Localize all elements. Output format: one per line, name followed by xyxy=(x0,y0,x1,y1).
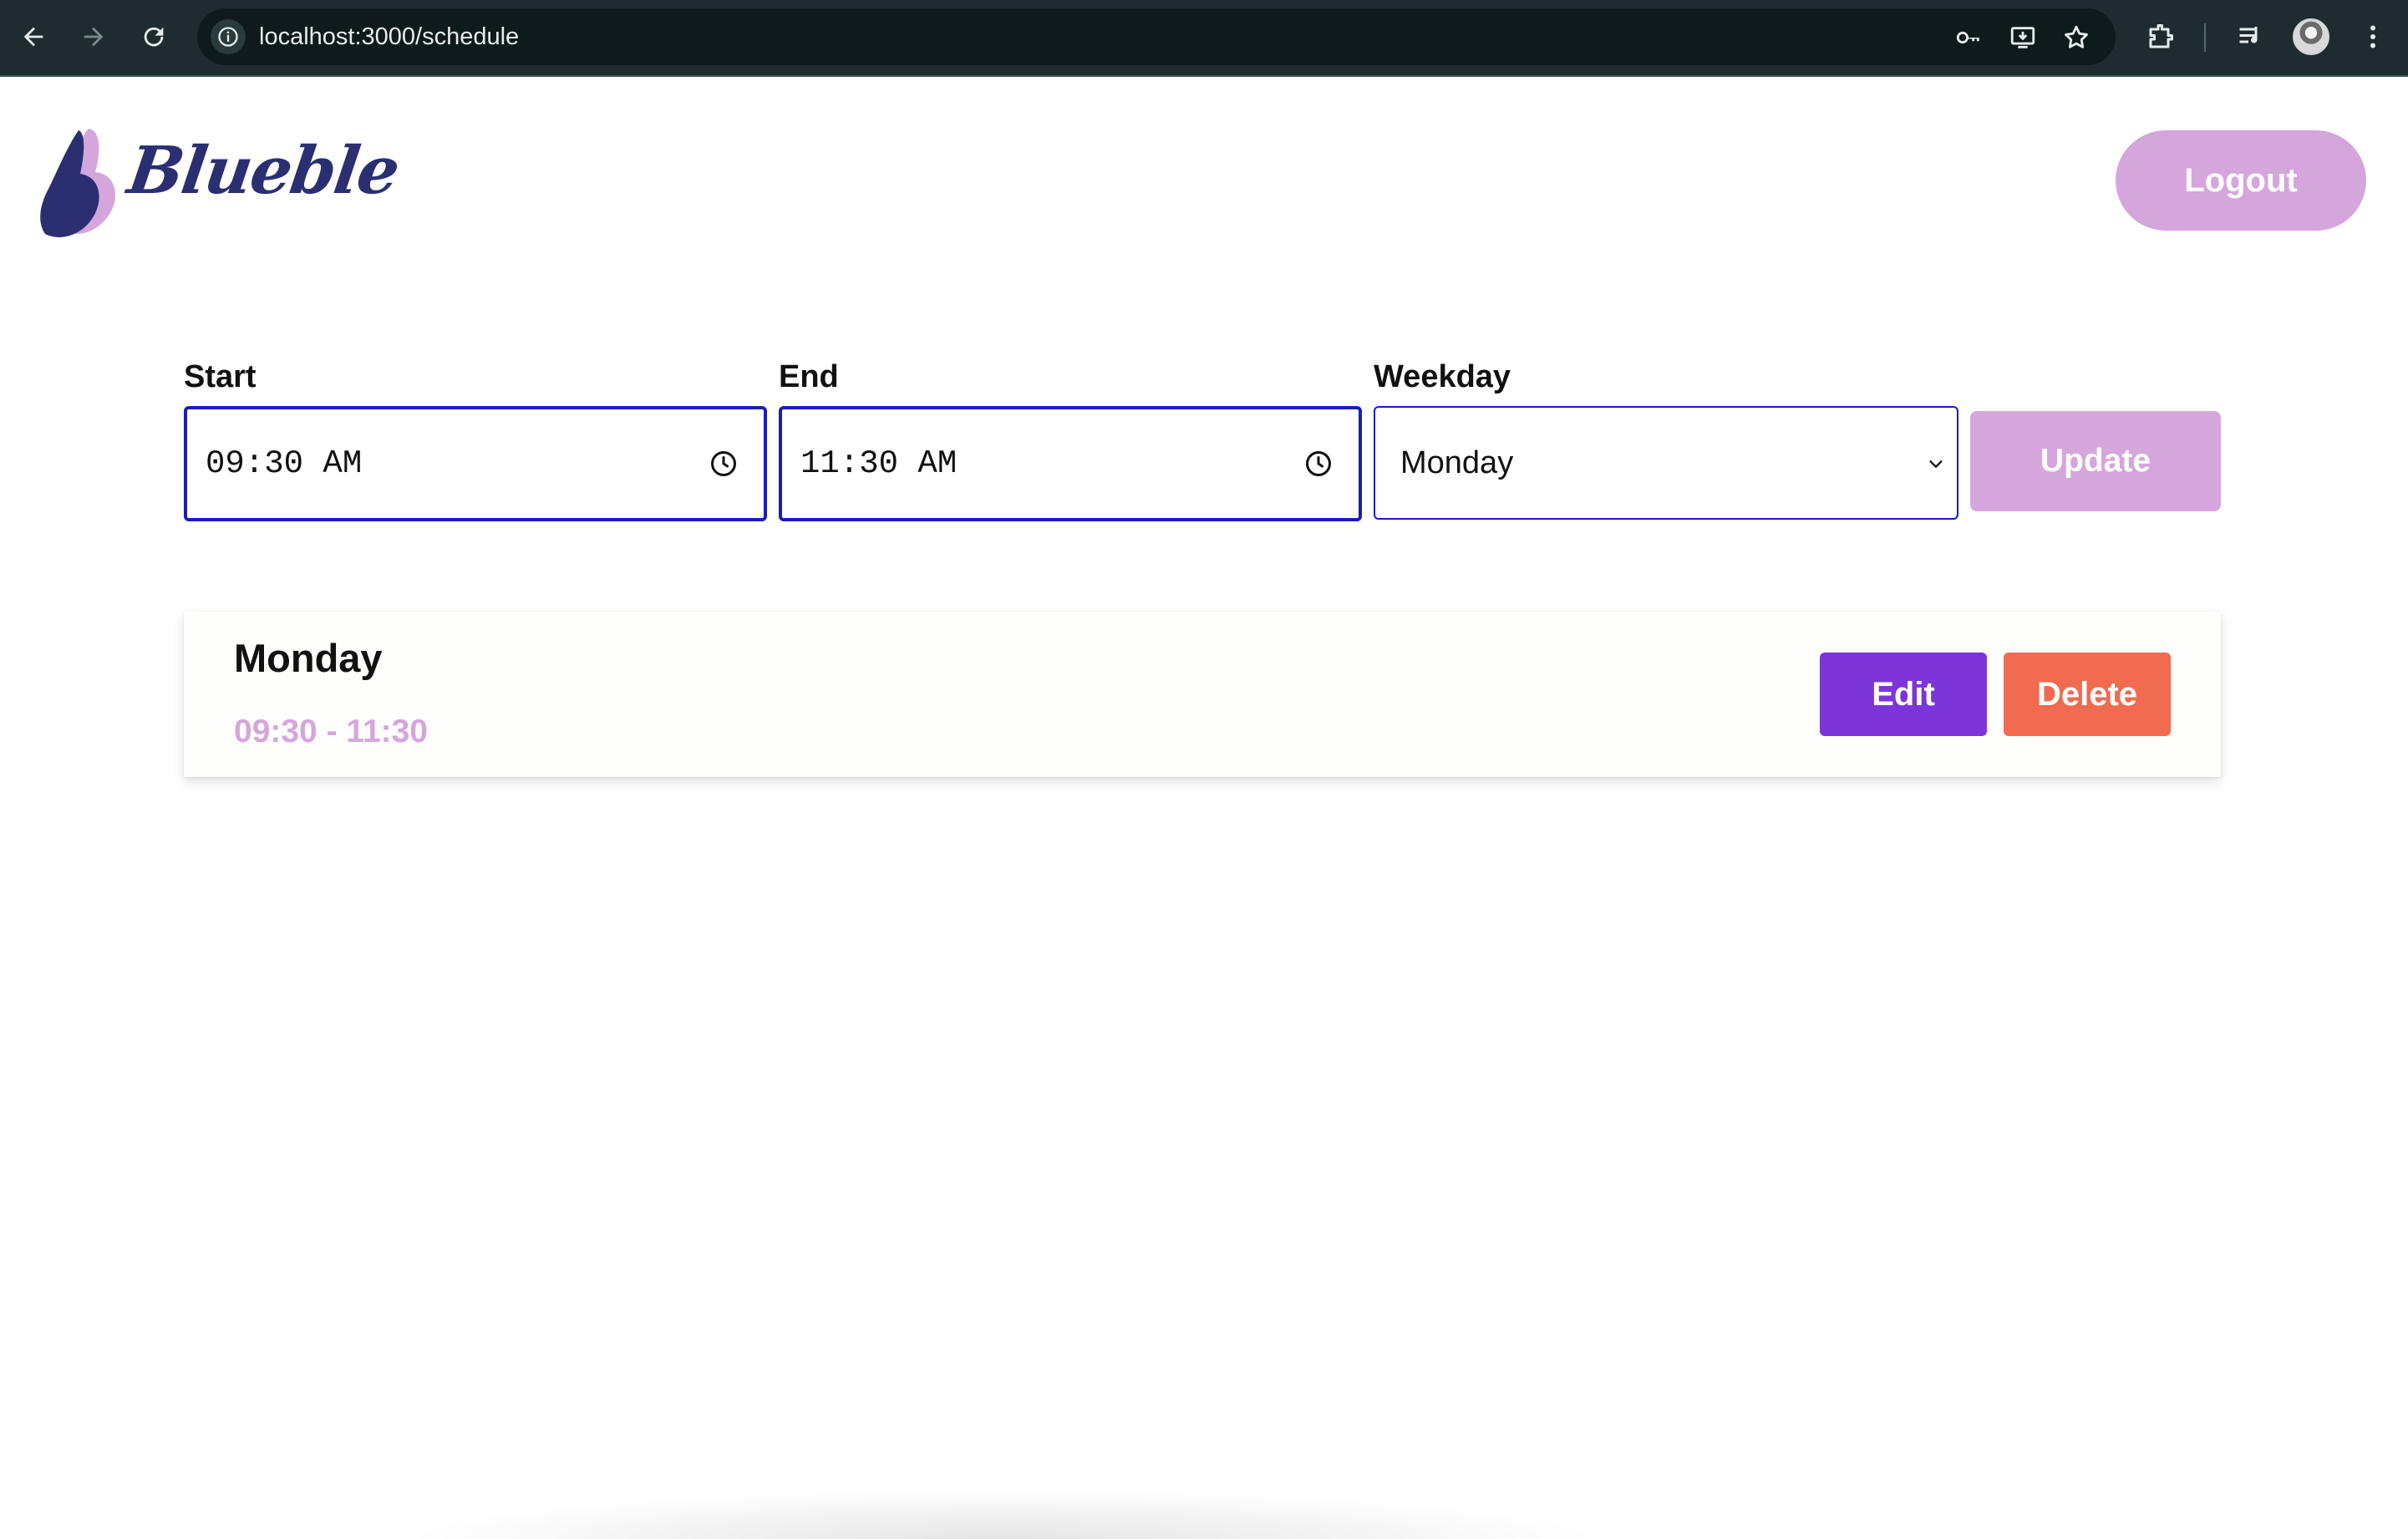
forward-button[interactable] xyxy=(72,15,115,58)
bookmark-button[interactable] xyxy=(2059,20,2094,55)
clock-icon[interactable] xyxy=(709,449,739,479)
arrow-left-icon xyxy=(23,27,43,47)
bottom-shadow xyxy=(401,1489,1604,1539)
more-menu-icon xyxy=(2370,25,2375,48)
bookmark-star-icon xyxy=(2065,25,2088,48)
end-time-value[interactable]: 11:30 AM xyxy=(800,409,957,518)
reading-list-icon xyxy=(2239,27,2258,43)
url-text[interactable]: localhost:3000/schedule xyxy=(259,8,519,65)
address-bar[interactable]: localhost:3000/schedule xyxy=(197,8,2116,65)
install-app-icon xyxy=(2010,27,2035,48)
toolbar-divider xyxy=(2204,23,2206,52)
app-logo[interactable]: Blueble xyxy=(37,122,403,247)
schedule-day: Monday xyxy=(234,636,383,680)
password-key-button[interactable] xyxy=(1951,20,1986,55)
page-content: Blueble Logout Start 09:30 AM End 11:30 … xyxy=(0,77,2408,1539)
password-key-icon xyxy=(1956,31,1979,44)
schedule-time-range: 09:30 - 11:30 xyxy=(234,714,429,749)
clock-icon[interactable] xyxy=(1303,449,1334,479)
chevron-down-icon xyxy=(1929,460,1943,468)
start-time-value[interactable]: 09:30 AM xyxy=(206,409,362,518)
start-label: Start xyxy=(184,359,257,394)
reload-button[interactable] xyxy=(132,15,175,58)
start-time-input[interactable]: 09:30 AM xyxy=(184,406,767,521)
logout-button[interactable]: Logout xyxy=(2116,130,2366,231)
end-label: End xyxy=(779,359,839,394)
weekday-label: Weekday xyxy=(1374,359,1511,394)
reading-list-button[interactable] xyxy=(2231,17,2271,57)
back-button[interactable] xyxy=(12,15,55,58)
schedule-card: Monday 09:30 - 11:30 Edit Delete xyxy=(184,612,2221,777)
info-icon xyxy=(218,27,238,47)
profile-avatar[interactable] xyxy=(2293,18,2329,55)
logo-wordmark: Blueble xyxy=(123,133,404,209)
browser-toolbar: localhost:3000/schedule xyxy=(0,0,2408,77)
edit-button[interactable]: Edit xyxy=(1820,653,1987,736)
arrow-right-icon xyxy=(84,27,104,47)
logo-mark-icon xyxy=(40,129,115,237)
site-info-button[interactable] xyxy=(211,19,246,54)
install-app-button[interactable] xyxy=(2005,20,2040,55)
extensions-icon xyxy=(2149,24,2173,48)
weekday-select[interactable]: Monday xyxy=(1374,406,1958,520)
update-button[interactable]: Update xyxy=(1970,411,2221,511)
delete-button[interactable]: Delete xyxy=(2004,653,2171,736)
reload-icon xyxy=(144,27,164,47)
weekday-select-value[interactable]: Monday xyxy=(1400,408,1513,518)
more-menu-button[interactable] xyxy=(2353,17,2393,57)
end-time-input[interactable]: 11:30 AM xyxy=(779,406,1362,521)
extensions-button[interactable] xyxy=(2141,17,2181,57)
